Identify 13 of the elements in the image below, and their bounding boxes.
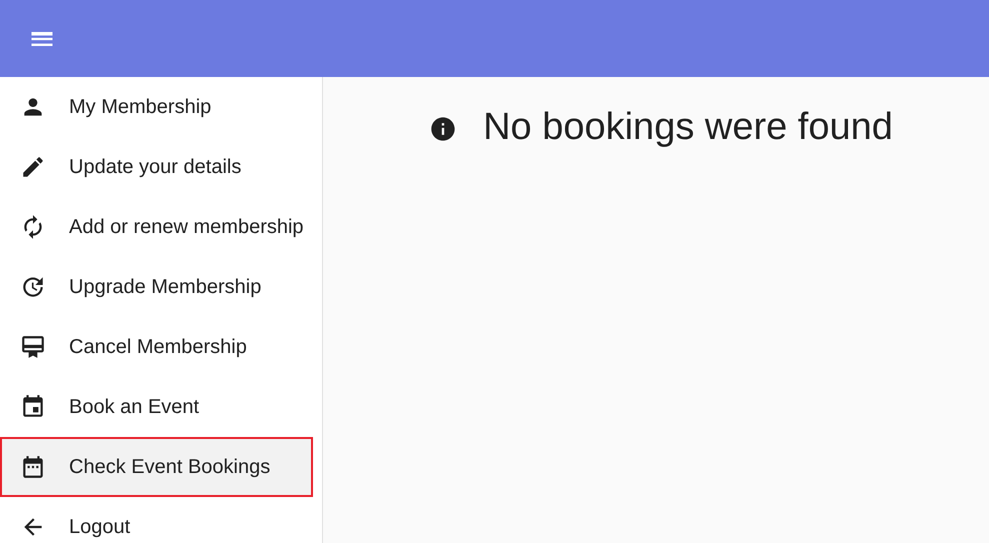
empty-message: No bookings were found	[483, 105, 893, 150]
nav-item[interactable]: My Membership	[0, 77, 322, 137]
calendar-icon	[20, 454, 46, 480]
nav-item[interactable]: Logout	[0, 497, 322, 543]
nav-item[interactable]: Check Event Bookings	[0, 437, 313, 497]
nav-item[interactable]: Cancel Membership	[0, 317, 322, 377]
membership-card-icon	[20, 334, 46, 360]
calendar-icon	[20, 394, 46, 420]
nav-item[interactable]: Update your details	[0, 137, 322, 197]
nav-item[interactable]: Upgrade Membership	[0, 257, 322, 317]
nav-item[interactable]: Add or renew membership	[0, 197, 322, 257]
info-icon	[429, 115, 458, 143]
nav-item[interactable]: Book an Event	[0, 377, 322, 437]
